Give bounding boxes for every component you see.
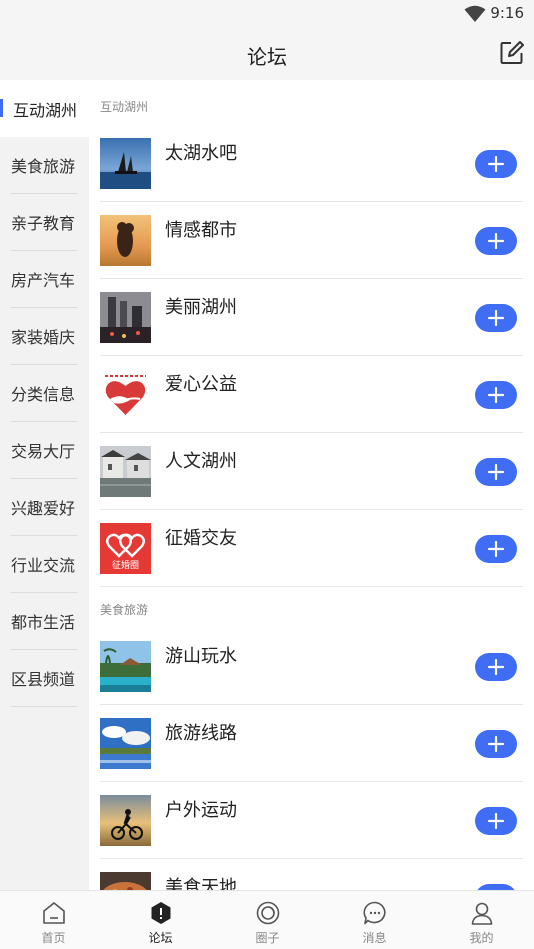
sidebar-item-label: 美食旅游 xyxy=(11,157,76,176)
sidebar-item-counties[interactable]: 区县频道 xyxy=(11,650,77,707)
forum-name: 美食天地 xyxy=(165,877,237,890)
sidebar-item-city-life[interactable]: 都市生活 xyxy=(11,593,77,650)
forum-name: 太湖水吧 xyxy=(165,143,237,164)
forum-list[interactable]: 互动湖州 太湖水吧 情感都市 美丽湖州 爱心公益 人文湖州 征婚圈 征婚交友 美… xyxy=(89,80,534,890)
forum-row-zhenghun-jiaoyou[interactable]: 征婚圈 征婚交友 xyxy=(100,510,523,587)
sidebar-item-label: 行业交流 xyxy=(11,556,76,575)
page-title: 论坛 xyxy=(247,45,287,69)
section-header: 互动湖州 xyxy=(100,100,149,114)
sidebar-item-label: 房产汽车 xyxy=(11,271,76,290)
plus-icon xyxy=(487,232,505,250)
tab-label: 消息 xyxy=(362,931,387,945)
city-night-photo xyxy=(100,292,151,343)
sidebar-item-food-travel[interactable]: 美食旅游 xyxy=(11,137,77,194)
forum-row-meili-huzhou[interactable]: 美丽湖州 xyxy=(100,279,523,356)
forum-row-qinggan-dushi[interactable]: 情感都市 xyxy=(100,202,523,279)
sidebar-item-label: 交易大厅 xyxy=(11,442,76,461)
forum-row-renwen-huzhou[interactable]: 人文湖州 xyxy=(100,433,523,510)
sidebar-item-home-wedding[interactable]: 家装婚庆 xyxy=(11,308,77,365)
profile-icon xyxy=(471,902,493,925)
add-button[interactable] xyxy=(475,304,517,332)
dating-logo-text: 征婚圈 xyxy=(112,559,139,571)
food-photo xyxy=(100,872,151,890)
sidebar-item-industry[interactable]: 行业交流 xyxy=(11,536,77,593)
tab-messages[interactable]: 消息 xyxy=(321,891,428,949)
cyclist-sunset-photo xyxy=(100,795,151,846)
forum-name: 情感都市 xyxy=(165,220,237,241)
sidebar-item-property-auto[interactable]: 房产汽车 xyxy=(11,251,77,308)
lake-sailboat-photo xyxy=(100,138,151,189)
forum-row-youshan-wanshui[interactable]: 游山玩水 xyxy=(100,628,523,705)
resort-pool-photo xyxy=(100,641,151,692)
sidebar-item-label: 互动湖州 xyxy=(13,100,78,120)
add-button[interactable] xyxy=(475,150,517,178)
tab-circle[interactable]: 圈子 xyxy=(214,891,321,949)
add-button[interactable] xyxy=(475,807,517,835)
sidebar-item-label: 都市生活 xyxy=(11,613,76,632)
forum-name: 人文湖州 xyxy=(165,451,237,472)
plus-icon xyxy=(487,386,505,404)
forum-icon xyxy=(151,902,171,924)
tab-label: 圈子 xyxy=(255,931,280,945)
compose-icon[interactable] xyxy=(499,40,525,66)
couple-sunset-photo xyxy=(100,215,151,266)
forum-row-huwai-yundong[interactable]: 户外运动 xyxy=(100,782,523,859)
category-sidebar: 互动湖州 美食旅游 亲子教育 房产汽车 家装婚庆 分类信息 交易大厅 兴趣爱好 … xyxy=(0,80,89,890)
plus-icon xyxy=(487,812,505,830)
message-icon xyxy=(363,901,386,925)
forum-name: 爱心公益 xyxy=(165,374,237,395)
status-time: 9:16 xyxy=(490,4,524,22)
plus-icon xyxy=(487,309,505,327)
plus-icon xyxy=(487,155,505,173)
sidebar-item-hobbies[interactable]: 兴趣爱好 xyxy=(11,479,77,536)
sidebar-item-label: 家装婚庆 xyxy=(11,328,76,347)
status-bar: 9:16 xyxy=(0,0,534,28)
forum-row-taihu-shuiba[interactable]: 太湖水吧 xyxy=(100,125,523,202)
circle-icon xyxy=(256,901,280,925)
add-button[interactable] xyxy=(475,227,517,255)
sidebar-item-label: 分类信息 xyxy=(11,385,76,404)
add-button[interactable] xyxy=(475,535,517,563)
app-bar: 论坛 xyxy=(0,28,534,80)
bottom-tab-bar: 首页 论坛 圈子 消息 我的 xyxy=(0,890,534,949)
forum-name: 旅游线路 xyxy=(165,723,237,744)
wifi-icon xyxy=(464,5,486,22)
forum-name: 户外运动 xyxy=(165,800,237,821)
charity-heart-logo xyxy=(100,369,151,420)
old-town-photo xyxy=(100,446,151,497)
forum-row-lvyou-xianlu[interactable]: 旅游线路 xyxy=(100,705,523,782)
add-button[interactable] xyxy=(475,730,517,758)
sky-lake-photo xyxy=(100,718,151,769)
plus-icon xyxy=(487,735,505,753)
tab-label: 我的 xyxy=(469,931,494,945)
forum-name: 游山玩水 xyxy=(165,646,237,667)
sidebar-item-parenting[interactable]: 亲子教育 xyxy=(11,194,77,251)
home-icon xyxy=(43,902,65,924)
sidebar-item-hudong-huzhou[interactable]: 互动湖州 xyxy=(0,80,89,137)
forum-name: 征婚交友 xyxy=(165,528,237,549)
add-button[interactable] xyxy=(475,381,517,409)
dating-logo: 征婚圈 xyxy=(100,523,151,574)
plus-icon xyxy=(487,463,505,481)
sidebar-item-label: 区县频道 xyxy=(11,670,76,689)
forum-row-meishi-tiandi[interactable]: 美食天地 xyxy=(100,859,523,890)
section-header: 美食旅游 xyxy=(100,603,149,617)
plus-icon xyxy=(487,658,505,676)
sidebar-item-label: 兴趣爱好 xyxy=(11,499,76,518)
add-button[interactable] xyxy=(475,458,517,486)
tab-label: 论坛 xyxy=(148,931,173,945)
forum-row-aixin-gongyi[interactable]: 爱心公益 xyxy=(100,356,523,433)
plus-icon xyxy=(487,540,505,558)
tab-profile[interactable]: 我的 xyxy=(428,891,534,949)
tab-label: 首页 xyxy=(41,931,66,945)
sidebar-item-label: 亲子教育 xyxy=(11,214,76,233)
add-button[interactable] xyxy=(475,653,517,681)
sidebar-item-trading-hall[interactable]: 交易大厅 xyxy=(11,422,77,479)
tab-forum[interactable]: 论坛 xyxy=(107,891,214,949)
tab-home[interactable]: 首页 xyxy=(0,891,107,949)
sidebar-item-classifieds[interactable]: 分类信息 xyxy=(11,365,77,422)
forum-name: 美丽湖州 xyxy=(165,297,237,318)
